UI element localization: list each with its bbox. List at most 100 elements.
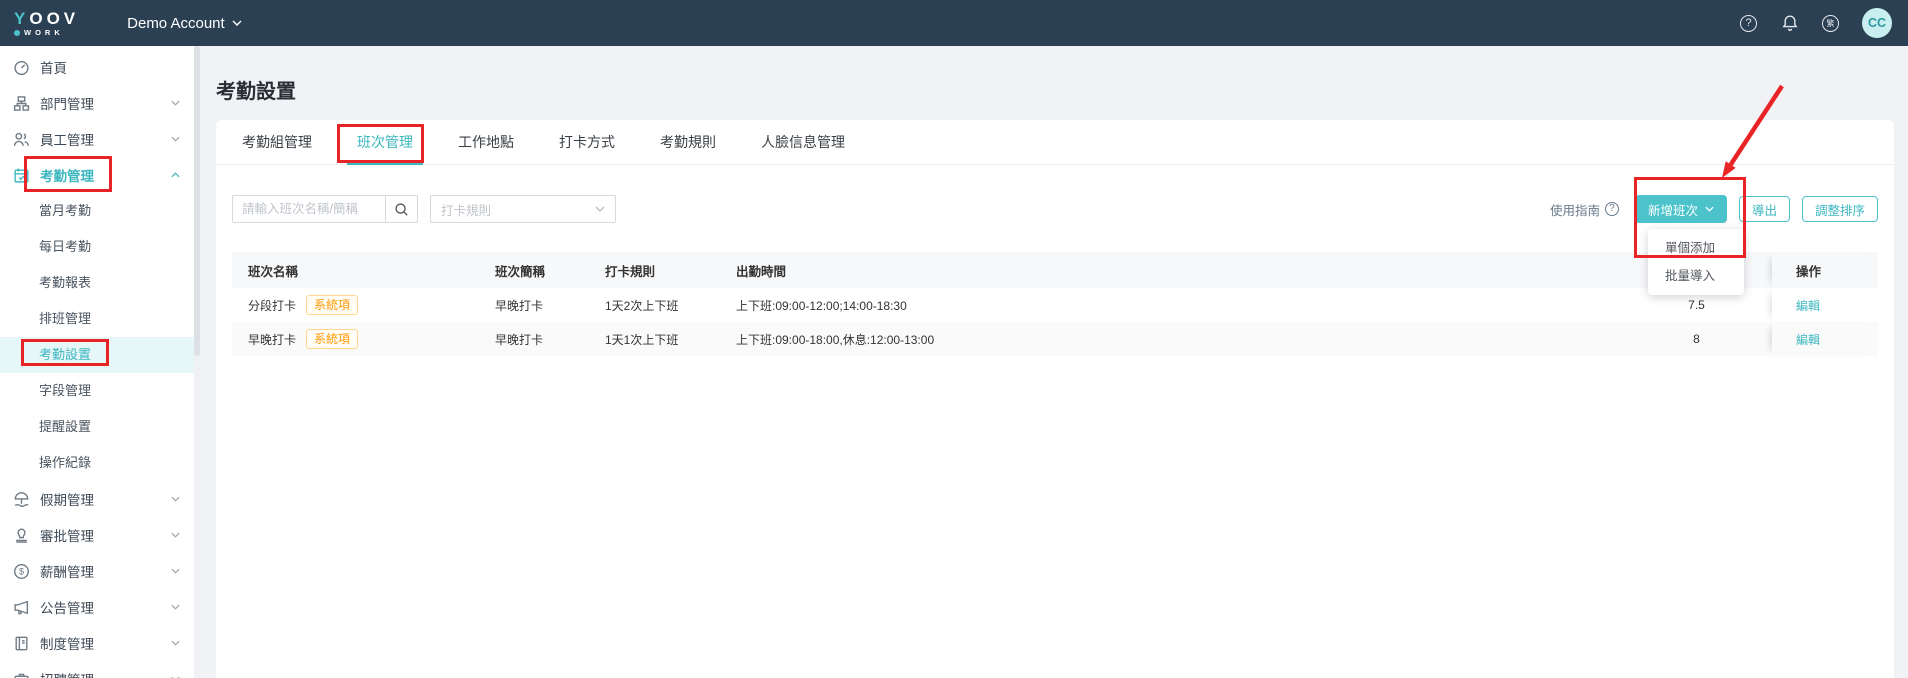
sidebar-sub-attendance-report[interactable]: 考勤報表 [0,265,194,301]
export-button[interactable]: 導出 [1739,196,1790,222]
org-chart-icon [13,95,30,112]
system-item-badge: 系統項 [306,295,358,315]
tab-attendance-rules[interactable]: 考勤規則 [650,120,726,165]
usage-guide-link[interactable]: 使用指南 [1550,200,1619,219]
chevron-down-icon [171,568,180,574]
cell-work-time: 上下班:09:00-12:00;14:00-18:30 [728,288,1621,322]
main-content: 考勤設置 考勤組管理 班次管理 工作地點 打卡方式 考勤規則 人臉信息管理 打卡… [200,46,1908,678]
sidebar-item-recruitment[interactable]: 招聘管理 [0,661,194,678]
chevron-down-icon [171,640,180,646]
account-label: Demo Account [127,15,225,32]
calendar-check-icon [13,167,30,184]
tab-shift-management[interactable]: 班次管理 [347,120,423,165]
cell-work-time: 上下班:09:00-18:00,休息:12:00-13:00 [728,322,1621,356]
search-button[interactable] [386,195,418,223]
cell-clock-rule: 1天1次上下班 [597,322,728,356]
sidebar-sub-monthly-attendance[interactable]: 當月考勤 [0,193,194,229]
chevron-down-icon [171,496,180,502]
sidebar-item-policies[interactable]: 制度管理 [0,625,194,661]
add-shift-button[interactable]: 新增班次 [1635,195,1727,223]
table-header-row: 班次名稱 班次簡稱 打卡規則 出勤時間 操作 [232,252,1878,288]
users-icon [13,131,30,148]
clock-rule-filter-select[interactable]: 打卡規則 [430,195,616,223]
shift-table: 班次名稱 班次簡稱 打卡規則 出勤時間 操作 分段打卡 系統項 早晚打卡 1天2… [232,252,1878,356]
chevron-down-icon [232,20,242,26]
tab-face-info-management[interactable]: 人臉信息管理 [751,120,855,165]
language-switch-icon[interactable]: 繁 [1821,14,1840,33]
chevron-up-icon [171,172,180,178]
help-icon[interactable]: ? [1739,14,1758,33]
sidebar-sub-reminder-settings[interactable]: 提醒設置 [0,409,194,445]
chevron-down-icon [595,206,605,212]
sidebar-sub-daily-attendance[interactable]: 每日考勤 [0,229,194,265]
user-avatar[interactable]: CC [1862,8,1892,38]
chevron-down-icon [171,136,180,142]
account-switcher[interactable]: Demo Account [127,15,242,32]
header-shift-name: 班次名稱 [232,252,487,288]
toolbar-actions: 使用指南 新增班次 導出 調整排序 [1550,195,1878,223]
cell-shift-name: 早晚打卡 系統項 [232,322,487,356]
sidebar-item-announcements[interactable]: 公告管理 [0,589,194,625]
question-circle-icon [1605,202,1619,216]
chevron-down-icon [1705,206,1714,212]
book-icon [13,635,30,652]
sidebar-item-attendance[interactable]: 考勤管理 [0,157,194,193]
content-card: 考勤組管理 班次管理 工作地點 打卡方式 考勤規則 人臉信息管理 打卡規則 使用… [216,120,1894,678]
sidebar-item-employees[interactable]: 員工管理 [0,121,194,157]
system-item-badge: 系統項 [306,329,358,349]
header-actions: 操作 [1772,252,1878,288]
logo-letter-y: Y [14,9,29,28]
tab-attendance-groups[interactable]: 考勤組管理 [232,120,322,165]
cell-shift-name: 分段打卡 系統項 [232,288,487,322]
sidebar-sub-operation-log[interactable]: 操作紀錄 [0,445,194,481]
gauge-icon [13,59,30,76]
menu-item-batch-import[interactable]: 批量導入 [1648,262,1744,290]
shift-search-input[interactable] [232,195,386,223]
tab-clock-in-methods[interactable]: 打卡方式 [549,120,625,165]
tab-bar: 考勤組管理 班次管理 工作地點 打卡方式 考勤規則 人臉信息管理 [216,120,1894,165]
sidebar-item-departments[interactable]: 部門管理 [0,85,194,121]
sidebar-item-payroll[interactable]: $ 薪酬管理 [0,553,194,589]
table-row: 早晚打卡 系統項 早晚打卡 1天1次上下班 上下班:09:00-18:00,休息… [232,322,1878,356]
header-shift-short: 班次簡稱 [487,252,597,288]
menu-item-add-single[interactable]: 單個添加 [1648,234,1744,262]
cell-clock-rule: 1天2次上下班 [597,288,728,322]
sidebar-sub-shift-scheduling[interactable]: 排班管理 [0,301,194,337]
header-work-time: 出勤時間 [728,252,1621,288]
cell-hours: 8 [1621,322,1772,356]
header-clock-rule: 打卡規則 [597,252,728,288]
chevron-down-icon [171,532,180,538]
notifications-bell-icon[interactable] [1780,14,1799,33]
stamp-icon [13,527,30,544]
bell-icon [1781,14,1799,32]
sidebar-item-leave[interactable]: 假期管理 [0,481,194,517]
add-shift-dropdown-menu: 單個添加 批量導入 [1648,229,1744,295]
page-title: 考勤設置 [216,75,296,104]
cell-shift-short: 早晚打卡 [487,288,597,322]
sidebar-sub-field-management[interactable]: 字段管理 [0,373,194,409]
adjust-sort-button[interactable]: 調整排序 [1802,196,1878,222]
topbar-actions: ? 繁 CC [1739,8,1892,38]
logo-text-bottom: WORK [24,29,64,37]
dollar-circle-icon: $ [13,563,30,580]
megaphone-icon [13,599,30,616]
shift-search-group [232,195,418,223]
tab-work-locations[interactable]: 工作地點 [448,120,524,165]
sidebar-sub-attendance-settings[interactable]: 考勤設置 [0,337,194,373]
svg-text:$: $ [19,566,24,576]
briefcase-icon [13,671,30,678]
logo-dot-icon [14,30,20,36]
chevron-down-icon [171,604,180,610]
cell-shift-short: 早晚打卡 [487,322,597,356]
toolbar: 打卡規則 使用指南 新增班次 導出 調整排序 [232,195,1878,223]
topbar: YYOOVOOV WORK Demo Account ? 繁 CC [0,0,1908,46]
magnifier-icon [394,202,409,217]
edit-link[interactable]: 編輯 [1796,297,1820,314]
yoov-logo: YYOOVOOV WORK [14,10,79,37]
vacation-umbrella-icon [13,491,30,508]
sidebar-item-approvals[interactable]: 審批管理 [0,517,194,553]
chevron-down-icon [171,100,180,106]
edit-link[interactable]: 編輯 [1796,331,1820,348]
sidebar-item-home[interactable]: 首頁 [0,49,194,85]
table-row: 分段打卡 系統項 早晚打卡 1天2次上下班 上下班:09:00-12:00;14… [232,288,1878,322]
